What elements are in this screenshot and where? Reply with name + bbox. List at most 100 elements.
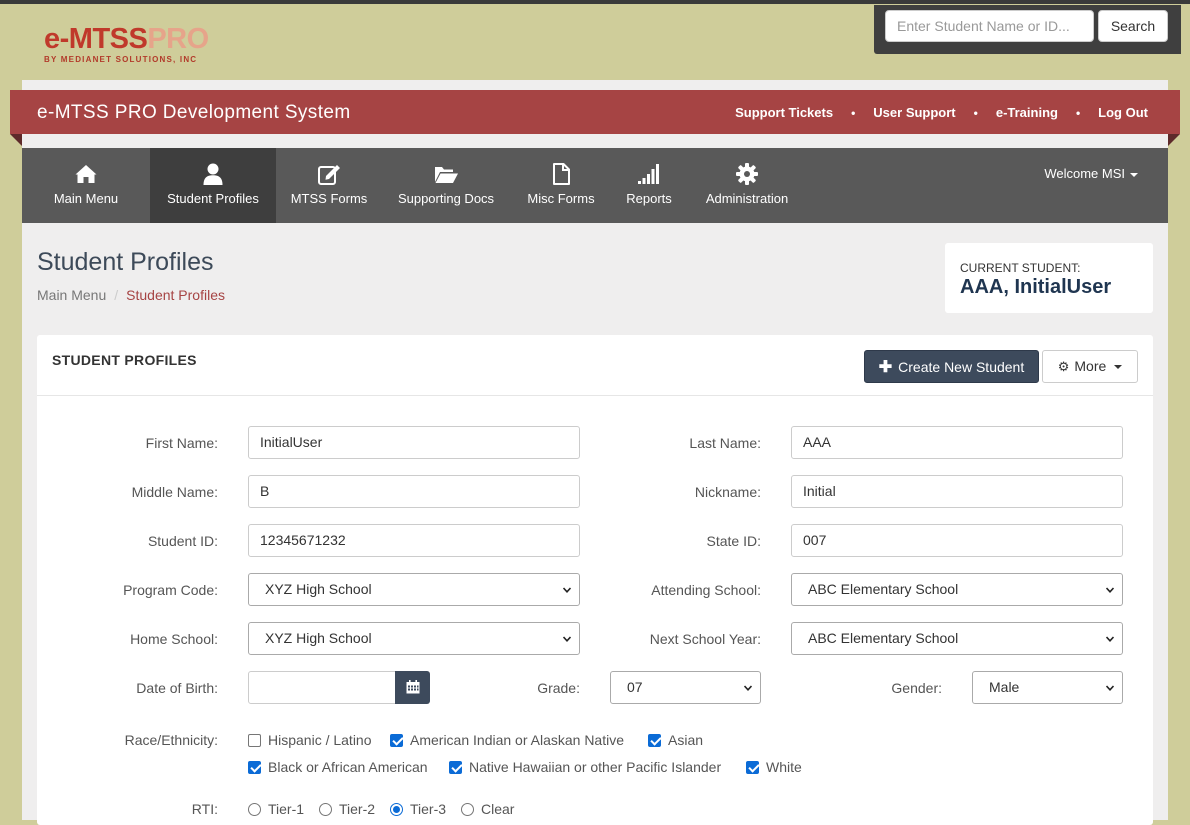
e-training-link[interactable]: e-Training [996,105,1058,120]
calendar-icon [406,680,420,694]
more-button[interactable]: ⚙ More [1042,350,1138,383]
banner-fold-left [10,134,22,146]
rti-radio-tier-3[interactable]: Tier-3 [390,801,446,817]
caret-down-icon [1114,365,1123,370]
race-checkbox-white[interactable]: White [746,759,802,775]
race-checkbox-american-indian[interactable]: American Indian or Alaskan Native [390,732,624,748]
log-out-link[interactable]: Log Out [1098,105,1148,120]
nav-item-main-menu[interactable]: Main Menu [22,148,150,223]
user-support-link[interactable]: User Support [873,105,955,120]
checkbox-checked[interactable] [390,733,403,747]
current-student-card: CURRENT STUDENT: AAA, InitialUser [945,243,1153,313]
state-id-input[interactable]: 007 [791,524,1123,557]
support-tickets-link[interactable]: Support Tickets [735,105,833,120]
nav-item-mtss-forms[interactable]: MTSS Forms [276,148,382,223]
file-icon [553,163,570,185]
breadcrumb-current: Student Profiles [126,287,225,303]
banner-links: Support Tickets • User Support • e-Train… [735,105,1148,120]
link-separator: • [851,105,856,120]
home-school-label: Home School: [130,631,218,647]
rti-radio-clear[interactable]: Clear [461,801,514,817]
gear-icon: ⚙ [1057,359,1070,374]
checkbox-checked[interactable] [449,760,462,774]
nav-item-misc-forms[interactable]: Misc Forms [510,148,612,223]
student-search-input[interactable] [885,10,1094,42]
grade-select[interactable]: 07 [610,671,761,704]
race-checkbox-black[interactable]: Black or African American [248,759,428,775]
page-title: Student Profiles [37,248,214,276]
breadcrumb: Main Menu / Student Profiles [37,287,225,303]
next-school-year-label: Next School Year: [649,631,761,647]
top-strip [0,0,1190,4]
home-icon [75,165,97,183]
chevron-down-icon [1106,685,1114,691]
checkbox-checked[interactable] [746,760,759,774]
logo[interactable]: e-MTSSPRO BY MEDIANET SOLUTIONS, INC [44,24,209,64]
rti-radio-tier-2[interactable]: Tier-2 [319,801,375,817]
system-title: e-MTSS PRO Development System [37,102,351,123]
calendar-button[interactable] [395,671,430,704]
main-nav: Main Menu Student Profiles MTSS Forms Su… [22,148,1168,223]
race-checkbox-native-hawaiian[interactable]: Native Hawaiian or other Pacific Islande… [449,759,721,775]
nav-item-student-profiles[interactable]: Student Profiles [150,148,276,223]
radio-unselected[interactable] [461,802,474,816]
chevron-down-icon [1106,636,1114,642]
radio-unselected[interactable] [319,802,332,816]
middle-name-label: Middle Name: [131,484,218,500]
race-ethnicity-label: Race/Ethnicity: [124,732,218,748]
panel-header: STUDENT PROFILES ✚ Create New Student ⚙ Mo… [37,335,1153,396]
checkbox-checked[interactable] [248,760,261,774]
last-name-input[interactable]: AAA [791,426,1123,459]
nickname-input[interactable]: Initial [791,475,1123,508]
nav-item-reports[interactable]: Reports [612,148,686,223]
race-checkbox-asian[interactable]: Asian [648,732,703,748]
first-name-label: First Name: [145,435,218,451]
attending-school-label: Attending School: [651,582,761,598]
gender-label: Gender: [891,680,942,696]
next-school-year-select[interactable]: ABC Elementary School [791,622,1123,655]
student-search-bar: Search [874,5,1181,54]
rti-radio-tier-1[interactable]: Tier-1 [248,801,304,817]
search-button[interactable]: Search [1098,10,1168,42]
last-name-label: Last Name: [689,435,761,451]
logo-subtitle: BY MEDIANET SOLUTIONS, INC [44,55,198,64]
program-code-label: Program Code: [123,582,218,598]
chevron-down-icon [1106,587,1114,593]
nav-item-administration[interactable]: Administration [686,148,808,223]
first-name-input[interactable]: InitialUser [248,426,580,459]
date-of-birth-input[interactable] [248,671,396,704]
race-checkbox-hispanic[interactable]: Hispanic / Latino [248,732,372,748]
chevron-down-icon [563,636,571,642]
student-id-input[interactable]: 12345671232 [248,524,580,557]
panel-title: STUDENT PROFILES [52,352,197,368]
gear-icon [736,163,758,185]
radio-unselected[interactable] [248,802,261,816]
caret-down-icon [1130,172,1138,177]
logo-wordmark: e-MTSSPRO [44,23,209,55]
middle-name-input[interactable]: B [248,475,580,508]
chevron-down-icon [563,587,571,593]
radio-selected[interactable] [390,802,403,816]
rti-label: RTI: [191,801,218,817]
signal-bars-icon [638,164,659,184]
user-menu[interactable]: Welcome MSI [1044,166,1138,181]
nav-item-supporting-docs[interactable]: Supporting Docs [382,148,510,223]
gender-select[interactable]: Male [972,671,1123,704]
date-of-birth-label: Date of Birth: [136,680,218,696]
breadcrumb-main-menu[interactable]: Main Menu [37,287,106,303]
user-icon [203,163,223,185]
student-profiles-panel: STUDENT PROFILES ✚ Create New Student ⚙ Mo… [37,335,1153,825]
current-student-name: AAA, InitialUser [960,276,1112,298]
checkbox-unchecked[interactable] [248,733,261,747]
chevron-down-icon [744,685,752,691]
banner-fold-right [1168,134,1180,146]
checkbox-checked[interactable] [648,733,661,747]
home-school-select[interactable]: XYZ High School [248,622,580,655]
student-id-label: Student ID: [147,533,218,549]
create-new-student-button[interactable]: ✚ Create New Student [864,350,1039,383]
attending-school-select[interactable]: ABC Elementary School [791,573,1123,606]
program-code-select[interactable]: XYZ High School [248,573,580,606]
link-separator: • [1075,105,1081,120]
plus-icon: ✚ [878,358,893,376]
link-separator: • [973,105,978,120]
